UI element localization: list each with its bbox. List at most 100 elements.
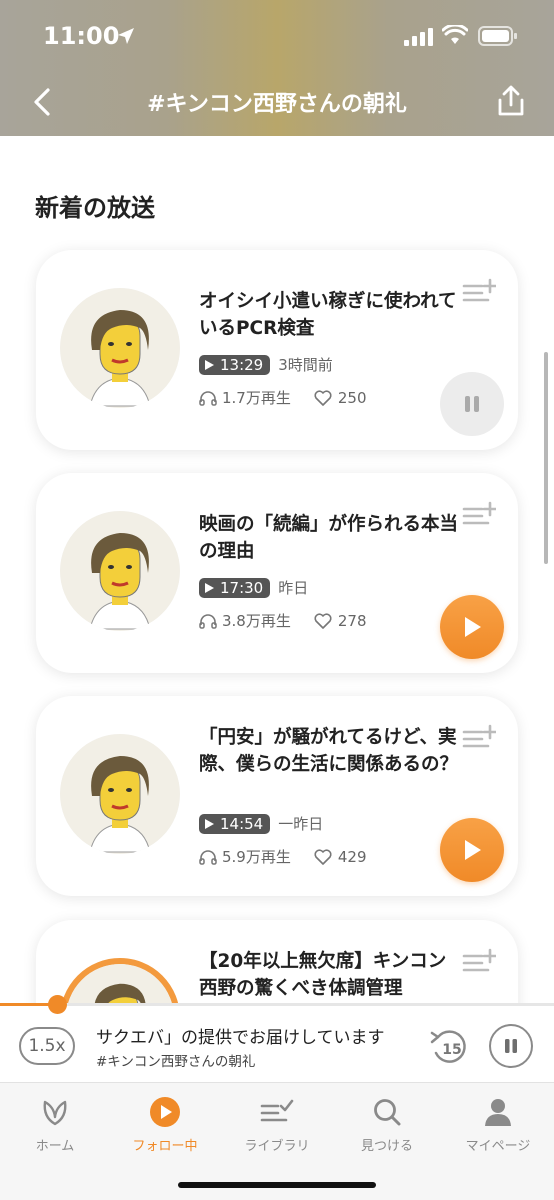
- posted-time: 昨日: [278, 579, 309, 597]
- skip-back-15-icon[interactable]: 15: [428, 1027, 472, 1067]
- tab-following[interactable]: フォロー中: [110, 1095, 220, 1154]
- person-icon: [485, 1099, 511, 1126]
- play-triangle-icon: [205, 582, 214, 593]
- tab-label: マイページ: [465, 1139, 531, 1154]
- battery-icon: [478, 26, 517, 46]
- avatar-illustration: [67, 964, 173, 1004]
- play-count-text: 1.7万再生: [222, 389, 291, 407]
- play-count: 1.7万再生: [199, 387, 291, 408]
- episode-card-clip: 【20年以上無欠席】キンコン西野の驚くべき体調管理: [0, 900, 554, 1004]
- now-playing-title: サクエバ」の提供でお届けしています: [96, 1028, 385, 1048]
- cellular-signal-icon: [404, 28, 433, 46]
- avatar-illustration: [60, 734, 180, 854]
- duration-badge: 17:30: [199, 577, 271, 598]
- episode-stats: 3.8万再生 278: [199, 610, 367, 631]
- duration-text: 14:54: [220, 814, 264, 833]
- play-button[interactable]: [440, 818, 504, 882]
- duration-text: 17:30: [220, 578, 264, 597]
- share-icon[interactable]: [496, 84, 526, 118]
- episode-card[interactable]: 「円安」が騒がれてるけど、実際、僕らの生活に関係あるの？ 14:54 一昨日 5…: [36, 696, 518, 896]
- add-to-queue-icon[interactable]: [462, 278, 496, 306]
- heart-icon: [314, 389, 332, 406]
- play-count-text: 5.9万再生: [222, 848, 291, 866]
- back-chevron-icon[interactable]: [30, 86, 54, 118]
- scrollbar[interactable]: [544, 352, 548, 564]
- tab-discover[interactable]: 見つける: [332, 1095, 442, 1154]
- add-to-queue-icon[interactable]: [462, 724, 496, 752]
- play-icon: [465, 617, 481, 637]
- posted-time: 3時間前: [278, 356, 333, 374]
- episode-title: 映画の「続編」が作られる本当の理由: [199, 514, 459, 562]
- tab-label: フォロー中: [132, 1139, 198, 1154]
- mini-pause-button[interactable]: [489, 1024, 533, 1068]
- posted-time: 一昨日: [278, 815, 324, 833]
- episode-title: 【20年以上無欠席】キンコン西野の驚くべき体調管理: [199, 951, 447, 999]
- episode-stats: 1.7万再生 250: [199, 387, 367, 408]
- episode-meta: 13:29 3時間前: [199, 354, 333, 375]
- now-playing-channel: #キンコン西野さんの朝礼: [96, 1054, 256, 1070]
- tab-home[interactable]: ホーム: [0, 1095, 110, 1154]
- search-icon: [374, 1099, 401, 1126]
- like-count[interactable]: 278: [313, 612, 367, 630]
- avatar-illustration: [60, 511, 180, 631]
- like-count[interactable]: 429: [313, 848, 367, 866]
- play-icon: [465, 840, 481, 860]
- episode-card[interactable]: 映画の「続編」が作られる本当の理由 17:30 昨日 3.8万再生 278: [36, 473, 518, 673]
- add-to-queue-icon[interactable]: [462, 501, 496, 529]
- like-count-text: 429: [337, 847, 367, 866]
- episode-title: オイシイ小遣い稼ぎに使われているPCR検査: [199, 291, 457, 339]
- home-indicator: [178, 1182, 376, 1188]
- like-count-text: 278: [337, 611, 367, 630]
- section-title: 新着の放送: [35, 194, 155, 222]
- avatar: [60, 958, 180, 1004]
- pause-button[interactable]: [440, 372, 504, 436]
- duration-badge: 14:54: [199, 813, 271, 834]
- episode-stats: 5.9万再生 429: [199, 846, 367, 867]
- tab-library[interactable]: ライブラリ: [222, 1095, 332, 1154]
- tab-label: 見つける: [360, 1139, 413, 1154]
- play-count: 5.9万再生: [199, 846, 291, 867]
- skip-seconds-label: 15: [442, 1042, 461, 1058]
- play-count: 3.8万再生: [199, 610, 291, 631]
- episode-card[interactable]: オイシイ小遣い稼ぎに使われているPCR検査 13:29 3時間前 1.7万再生 …: [36, 250, 518, 450]
- page-title: #キンコン西野さんの朝礼: [147, 92, 407, 117]
- episode-meta: 14:54 一昨日: [199, 813, 323, 834]
- like-count[interactable]: 250: [313, 389, 367, 407]
- headphones-icon: [199, 849, 217, 865]
- episode-title: 「円安」が騒がれてるけど、実際、僕らの生活に関係あるの？: [199, 727, 459, 775]
- playback-speed-button[interactable]: 1.5x: [19, 1027, 75, 1065]
- play-button[interactable]: [440, 595, 504, 659]
- pause-icon: [505, 1039, 517, 1053]
- play-triangle-icon: [205, 359, 214, 370]
- heart-icon: [314, 848, 332, 865]
- status-time: 11:00: [43, 22, 120, 50]
- playback-progress-bar[interactable]: [0, 995, 554, 1014]
- play-circle-icon: [150, 1097, 180, 1127]
- play-count-text: 3.8万再生: [222, 612, 291, 630]
- episode-card[interactable]: 【20年以上無欠席】キンコン西野の驚くべき体調管理: [36, 920, 518, 1004]
- avatar: [60, 511, 180, 631]
- play-triangle-icon: [205, 818, 214, 829]
- duration-text: 13:29: [220, 355, 264, 374]
- location-arrow-icon: [118, 28, 134, 44]
- playback-progress-knob[interactable]: [48, 995, 67, 1014]
- pause-icon: [465, 396, 479, 412]
- leaf-icon: [43, 1100, 67, 1126]
- tab-mypage[interactable]: マイページ: [443, 1095, 553, 1154]
- library-icon: [260, 1099, 294, 1122]
- headphones-icon: [199, 390, 217, 406]
- headphones-icon: [199, 613, 217, 629]
- avatar-illustration: [60, 288, 180, 408]
- add-to-queue-icon[interactable]: [462, 948, 496, 976]
- heart-icon: [314, 612, 332, 629]
- wifi-icon: [442, 25, 468, 44]
- tab-label: ホーム: [35, 1139, 75, 1154]
- duration-badge: 13:29: [199, 354, 271, 375]
- mini-player[interactable]: 1.5x サクエバ」の提供でお届けしています #キンコン西野さんの朝礼 15: [0, 995, 554, 1082]
- status-bar: 11:00: [0, 18, 554, 58]
- tab-label: ライブラリ: [244, 1139, 310, 1154]
- like-count-text: 250: [337, 388, 367, 407]
- header-bar: 11:00 #キンコン西野さんの朝礼: [0, 0, 554, 136]
- episode-meta: 17:30 昨日: [199, 577, 308, 598]
- avatar: [60, 734, 180, 854]
